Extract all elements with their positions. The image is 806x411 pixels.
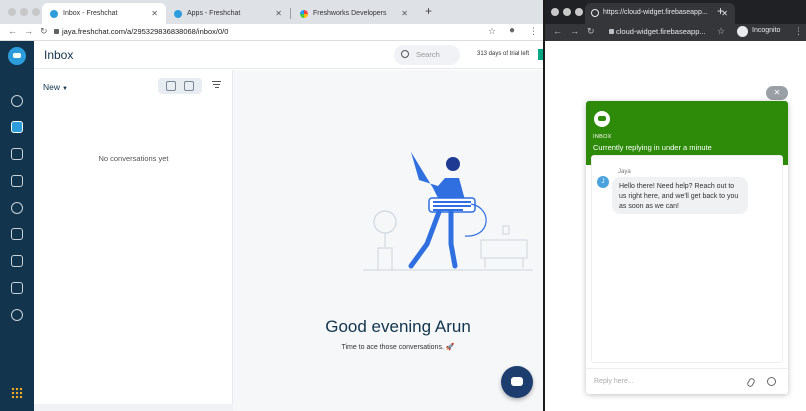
- tab-apps-freshchat[interactable]: Apps - Freshchat ✕: [166, 3, 290, 24]
- tab-label: Inbox - Freshchat: [63, 10, 118, 17]
- dashboard-icon[interactable]: [11, 95, 23, 107]
- chat-widget: INBOX Currently replying in under a minu…: [586, 101, 788, 394]
- view-toggle[interactable]: [158, 78, 202, 94]
- app-switcher-icon[interactable]: [11, 387, 23, 399]
- freshworks-icon: [300, 9, 308, 18]
- inbox-icon[interactable]: [11, 121, 23, 133]
- chevron-down-icon: ▼: [62, 86, 68, 92]
- filter-label: New: [43, 82, 61, 92]
- emoji-icon[interactable]: [767, 377, 776, 386]
- forward-icon[interactable]: →: [24, 26, 33, 36]
- reply-time-status: Currently replying in under a minute: [593, 143, 712, 152]
- settings-gear-icon[interactable]: [11, 309, 23, 321]
- minimize-window-button[interactable]: [20, 8, 28, 16]
- close-window-button[interactable]: [551, 8, 559, 16]
- bookmark-star-icon[interactable]: ☆: [717, 26, 725, 37]
- sort-icon[interactable]: [212, 81, 221, 89]
- tab-label: https://cloud-widget.firebaseapp...: [603, 9, 708, 16]
- greeting-heading: Good evening Arun: [325, 317, 471, 336]
- incognito-label: Incognito: [752, 27, 781, 34]
- bookmark-star-icon[interactable]: ☆: [488, 26, 496, 37]
- avatar: J: [597, 176, 609, 188]
- close-tab-icon[interactable]: ✕: [401, 9, 408, 18]
- tab-label: Freshworks Developers: [313, 10, 387, 17]
- minimize-window-button[interactable]: [563, 8, 571, 16]
- tab-inbox-freshchat[interactable]: Inbox - Freshchat ✕: [42, 3, 166, 24]
- trial-status: 313 days of trial left: [477, 51, 530, 57]
- globe-icon: [591, 9, 599, 17]
- close-tab-icon[interactable]: ✕: [275, 9, 282, 18]
- browser-window-main: Inbox - Freshchat ✕ Apps - Freshchat ✕ F…: [0, 0, 543, 411]
- chat-launcher-button[interactable]: [501, 366, 533, 398]
- tab-divider: [290, 8, 291, 19]
- browser-menu-icon[interactable]: ⋮: [529, 26, 538, 37]
- greeting-subtext: Time to ace those conversations. 🚀: [341, 344, 455, 351]
- tab-strip: Inbox - Freshchat ✕ Apps - Freshchat ✕ F…: [0, 0, 543, 24]
- profile-icon[interactable]: ●: [509, 25, 515, 36]
- reports-icon[interactable]: [11, 228, 23, 240]
- list-footer: [34, 404, 233, 411]
- tab-label: Apps - Freshchat: [187, 10, 241, 17]
- reply-composer: Reply here...: [586, 368, 788, 394]
- welcome-pane: Good evening Arun Time to ace those conv…: [233, 70, 543, 411]
- close-widget-button[interactable]: ✕: [766, 86, 788, 100]
- conversation-filter-dropdown[interactable]: New ▼: [43, 82, 68, 92]
- url-field[interactable]: jaya.freshchat.com/a/295329836838068/inb…: [62, 27, 228, 36]
- zoom-window-button[interactable]: [32, 8, 40, 16]
- knowledge-base-icon[interactable]: [11, 175, 23, 187]
- page-title: Inbox: [44, 48, 74, 62]
- new-tab-button[interactable]: +: [717, 4, 724, 18]
- widget-title: INBOX: [593, 134, 612, 140]
- freshchat-logo[interactable]: [8, 47, 26, 65]
- reload-icon[interactable]: ↻: [587, 26, 595, 37]
- close-tab-icon[interactable]: ✕: [151, 9, 158, 18]
- tab-cloud-widget[interactable]: https://cloud-widget.firebaseapp... ✕: [585, 3, 735, 24]
- message-bubble: Hello there! Need help? Reach out to us …: [612, 177, 748, 214]
- inbox-view-icon[interactable]: [166, 81, 176, 91]
- freshchat-icon: [174, 9, 182, 18]
- back-icon[interactable]: ←: [8, 26, 17, 36]
- lock-icon: [609, 29, 614, 34]
- conversation-list: New ▼ No conversations yet: [34, 70, 233, 404]
- back-icon[interactable]: ←: [553, 26, 562, 36]
- inbox-header: Inbox Search 313 days of trial left: [34, 41, 543, 69]
- url-field[interactable]: cloud-widget.firebaseapp...: [616, 27, 706, 36]
- integrations-icon[interactable]: [11, 255, 23, 267]
- nav-rail: [0, 41, 34, 411]
- freshchat-icon: [50, 9, 58, 18]
- incognito-icon: [737, 26, 748, 37]
- zoom-window-button[interactable]: [575, 8, 583, 16]
- address-bar: ← → ↻ cloud-widget.firebaseapp... ☆ Inco…: [545, 24, 806, 41]
- tab-freshworks-developers[interactable]: Freshworks Developers ✕: [292, 3, 416, 24]
- reload-icon[interactable]: ↻: [40, 26, 48, 37]
- campaigns-icon[interactable]: [11, 148, 23, 160]
- forward-icon[interactable]: →: [570, 26, 579, 36]
- address-bar: ← → ↻ jaya.freshchat.com/a/2953298368380…: [0, 24, 543, 41]
- bots-icon[interactable]: [11, 282, 23, 294]
- browser-window-incognito: https://cloud-widget.firebaseapp... ✕ + …: [545, 0, 806, 411]
- search-icon: [401, 50, 409, 58]
- attachment-icon[interactable]: [746, 377, 756, 388]
- incognito-tab-strip: https://cloud-widget.firebaseapp... ✕ +: [545, 0, 806, 24]
- lock-icon: [54, 29, 59, 34]
- close-window-button[interactable]: [8, 8, 16, 16]
- empty-state-text: No conversations yet: [98, 154, 169, 163]
- agent-name: Jaya: [618, 169, 631, 175]
- browser-menu-icon[interactable]: ⋮: [794, 26, 803, 37]
- search-input[interactable]: Search: [394, 45, 460, 65]
- archive-view-icon[interactable]: [184, 81, 194, 91]
- welcome-illustration: [363, 152, 533, 271]
- reply-input[interactable]: Reply here...: [594, 378, 634, 385]
- contacts-icon[interactable]: [11, 202, 23, 214]
- new-tab-button[interactable]: +: [425, 4, 432, 18]
- chat-logo-icon: [594, 111, 610, 127]
- message-thread: Jaya J Hello there! Need help? Reach out…: [591, 155, 783, 363]
- search-placeholder: Search: [416, 50, 440, 59]
